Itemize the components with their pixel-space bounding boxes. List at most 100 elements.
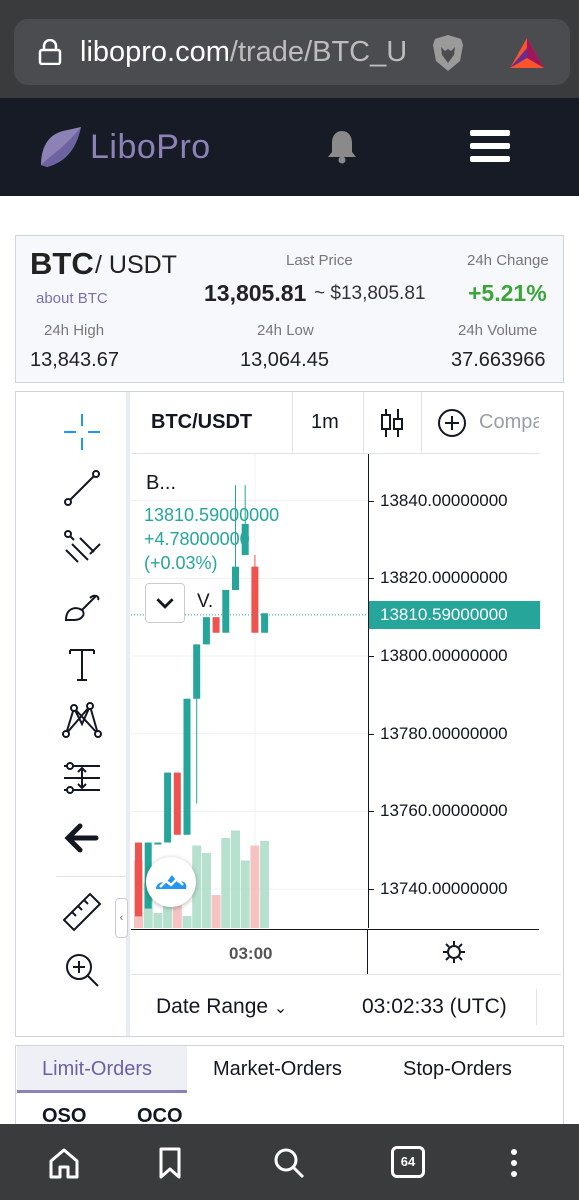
crosshair-icon[interactable] — [60, 410, 104, 454]
candle-body — [173, 772, 181, 835]
legend-price: 13810.59000000 — [144, 505, 280, 525]
date-range-button[interactable]: Date Range ⌄ — [156, 995, 287, 1019]
low-label: 24h Low — [257, 322, 314, 339]
site-header: LiboPro — [0, 98, 579, 196]
chart-panel: BTC/USDT 1m Compare B... 13810.59000000 … — [15, 391, 564, 1037]
legend-change-pct: (+0.03%) — [144, 553, 218, 573]
candle-body — [202, 617, 210, 645]
arrow-left-icon[interactable] — [60, 816, 104, 860]
high-value: 13,843.67 — [30, 349, 119, 371]
lock-icon — [38, 39, 62, 65]
price-tick-label: 13760.00000000 — [380, 801, 508, 821]
chevron-down-icon: ⌄ — [273, 1000, 288, 1017]
volume-label: 24h Volume — [458, 322, 538, 339]
brave-shield-icon[interactable] — [430, 33, 466, 73]
compare-button[interactable]: Compare — [479, 411, 539, 434]
candle-body — [222, 589, 230, 633]
bell-icon[interactable] — [326, 128, 358, 164]
ruler-icon[interactable] — [60, 890, 104, 934]
volume-value: 37.663966 — [451, 349, 546, 371]
legend-change: +4.78000000 — [144, 529, 250, 549]
logo-text[interactable]: LiboPro — [90, 128, 211, 167]
toolbar-divider — [56, 876, 126, 877]
current-price-label: 13810.59000000 — [369, 600, 540, 629]
price-axis[interactable]: 13810.59000000 13840.00000000 13820.00000… — [368, 454, 540, 928]
time-axis[interactable]: 03:00 — [131, 929, 539, 974]
tab-stop-orders[interactable]: Stop-Orders — [403, 1058, 512, 1081]
price-tick-label: 13840.00000000 — [380, 490, 508, 510]
candle-body — [164, 772, 172, 843]
change-label: 24h Change — [467, 252, 549, 269]
price-axis-border — [368, 454, 369, 928]
axis-corner-divider — [367, 930, 368, 974]
add-compare-icon[interactable] — [437, 408, 467, 438]
candle-type-icon[interactable] — [379, 407, 405, 439]
price-tick-label: 13800.00000000 — [380, 646, 508, 666]
pattern-icon[interactable] — [60, 698, 104, 742]
browser-nav-bar: 64 — [0, 1124, 579, 1200]
tab-limit-orders[interactable]: Limit-Orders — [42, 1058, 152, 1081]
legend-symbol: B... — [146, 472, 177, 494]
home-icon[interactable] — [47, 1146, 81, 1180]
hamburger-menu-icon[interactable] — [470, 130, 510, 162]
candle-body — [183, 698, 191, 835]
header-divider — [363, 392, 364, 454]
brush-icon[interactable] — [60, 584, 104, 628]
measure-icon[interactable] — [60, 756, 104, 800]
volume-bar — [221, 838, 231, 928]
change-value: +5.21% — [468, 280, 547, 306]
pitchfork-icon[interactable] — [60, 524, 104, 568]
last-price-label: Last Price — [286, 252, 353, 269]
volume-bar — [260, 841, 270, 928]
bookmark-icon[interactable] — [153, 1146, 187, 1180]
price-tick-label: 13740.00000000 — [380, 879, 508, 899]
libopro-logo-icon[interactable] — [37, 125, 83, 169]
zoom-in-icon[interactable] — [60, 948, 104, 992]
bottom-divider — [536, 989, 537, 1025]
low-value: 13,064.45 — [240, 349, 329, 371]
price-tick-label: 13820.00000000 — [380, 568, 508, 588]
candle-body — [135, 842, 142, 917]
volume-bar — [153, 913, 163, 928]
browser-toolbar: libopro.com/trade/BTC_U — [0, 0, 579, 98]
candle-body — [193, 644, 201, 699]
order-tabs: Limit-Orders Market-Orders Stop-Orders O… — [15, 1045, 564, 1127]
symbol-button[interactable]: BTC/USDT — [151, 411, 252, 434]
time-tick-label: 03:00 — [229, 944, 273, 963]
pair-quote: / USDT — [95, 251, 177, 279]
url-text[interactable]: libopro.com/trade/BTC_U — [80, 36, 424, 69]
candle-body — [154, 842, 162, 845]
settings-sun-icon[interactable] — [442, 940, 466, 964]
volume-bar — [250, 845, 260, 928]
header-divider — [421, 392, 422, 454]
about-btc-link[interactable]: about BTC — [36, 290, 108, 307]
last-price-usd: ~ $13,805.81 — [314, 283, 426, 304]
url-path: /trade/BTC_U — [229, 36, 408, 68]
text-icon[interactable] — [60, 642, 104, 686]
last-price: 13,805.81 — [204, 280, 307, 306]
url-host: libopro.com — [80, 36, 230, 68]
price-tick-label: 13780.00000000 — [380, 723, 508, 743]
candle-body — [261, 613, 269, 633]
chart-header: BTC/USDT 1m Compare — [131, 392, 539, 454]
address-bar[interactable]: libopro.com/trade/BTC_U — [14, 19, 570, 85]
chevron-down-icon[interactable] — [145, 583, 185, 623]
brave-rewards-icon[interactable] — [508, 36, 546, 70]
candle-body — [232, 566, 239, 590]
volume-bar — [201, 853, 211, 928]
ticker-card: BTC / USDT about BTC Last Price 13,805.8… — [15, 235, 564, 383]
interval-button[interactable]: 1m — [311, 411, 339, 434]
trend-line-icon[interactable] — [60, 466, 104, 510]
toolbar-border — [126, 392, 130, 1036]
active-tab-underline — [17, 1090, 187, 1093]
tab-market-orders[interactable]: Market-Orders — [213, 1058, 342, 1081]
more-options-icon[interactable] — [497, 1146, 531, 1180]
collapse-toolbar-button[interactable]: ‹ — [115, 898, 128, 938]
high-label: 24h High — [44, 322, 105, 339]
search-icon[interactable] — [272, 1146, 306, 1180]
legend-volume: V. — [197, 591, 214, 612]
volume-bar — [182, 916, 192, 928]
tab-switcher-button[interactable]: 64 — [391, 1146, 425, 1178]
tradingview-logo-icon[interactable] — [146, 857, 196, 907]
utc-clock[interactable]: 03:02:33 (UTC) — [362, 995, 507, 1019]
